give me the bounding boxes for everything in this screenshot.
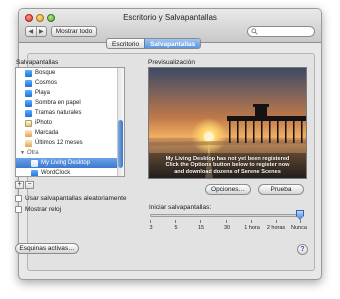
start-delay-slider[interactable] [150, 214, 302, 217]
checkbox-label: Mostrar reloj [25, 206, 62, 213]
forward-button[interactable]: ▶ [35, 27, 47, 36]
list-group-label: Otra [26, 150, 39, 156]
tab-bar: Escritorio Salvapantallas [106, 38, 202, 49]
search-field[interactable] [247, 26, 315, 37]
list-item[interactable]: Tramas naturales [16, 108, 124, 118]
list-item-label: Tramas naturales [35, 110, 82, 116]
list-item-label: Cosmos [35, 80, 58, 86]
list-item-label: Marcada [35, 130, 59, 136]
slider-tick [251, 220, 252, 223]
screensaver-list-title: Salvapantallas [16, 59, 59, 66]
scrollbar-thumb[interactable] [118, 120, 123, 168]
search-input[interactable] [260, 28, 312, 35]
screensaver-icon [25, 99, 32, 107]
slider-tick [175, 220, 176, 223]
list-item[interactable]: Bosque [16, 68, 124, 78]
slider-tick [300, 220, 301, 223]
list-item[interactable]: iPhoto [16, 118, 124, 128]
back-button[interactable]: ◀ [26, 27, 36, 36]
search-icon [251, 28, 258, 35]
slider-tick-label: 5 [174, 225, 178, 231]
slider-tick [150, 220, 151, 223]
test-button[interactable]: Prueba [258, 184, 304, 195]
list-item[interactable]: Marcada [16, 128, 124, 138]
checkbox-box[interactable] [15, 206, 22, 213]
screensaver-icon [25, 69, 32, 77]
registration-message: My Living Desktop has not yet been regis… [149, 156, 306, 175]
options-button[interactable]: Opciones… [205, 184, 251, 195]
show-all-button[interactable]: Mostrar todo [51, 26, 97, 37]
slider-tick-label: 1 hora [244, 225, 260, 231]
list-item-label: Playa [35, 90, 51, 96]
slider-tick [226, 220, 227, 223]
tab-desktop[interactable]: Escritorio [107, 39, 144, 48]
list-item-label: My Living Desktop [41, 160, 91, 166]
list-item-label: iPhoto [35, 120, 53, 126]
tab-screensaver[interactable]: Salvapantallas [144, 39, 201, 48]
folder-icon [25, 129, 32, 137]
folder-icon [25, 139, 32, 147]
screensaver-icon [25, 89, 32, 97]
slider-tick [200, 220, 201, 223]
slider-tick-label: 2 horas [266, 225, 286, 231]
random-screensaver-checkbox[interactable]: Usar salvapantallas aleatoriamente [15, 195, 127, 202]
list-item-label: Últimos 12 meses [35, 140, 83, 146]
message-line: and download dozens of Serene Scenes [174, 168, 281, 175]
list-item[interactable]: Cosmos [16, 78, 124, 88]
list-item[interactable]: WordClock [16, 168, 124, 176]
checkbox-box[interactable] [15, 195, 22, 202]
screensaver-icon [31, 169, 38, 176]
help-button[interactable]: ? [297, 244, 308, 255]
show-clock-checkbox[interactable]: Mostrar reloj [15, 206, 61, 213]
window-title: Escritorio y Salvapantallas [123, 13, 217, 22]
list-item[interactable]: Últimos 12 meses [16, 138, 124, 148]
list-item-label: WordClock [41, 170, 71, 176]
back-forward-buttons: ◀ ▶ [25, 26, 47, 37]
screensaver-icon [25, 79, 32, 87]
list-item-label: Bosque [35, 70, 56, 76]
list-scrollbar[interactable] [117, 68, 124, 176]
list-item[interactable]: Playa [16, 88, 124, 98]
preview-title: Previsualización [148, 59, 195, 66]
slider-tick [276, 220, 277, 223]
slider-ticks [150, 220, 304, 224]
hot-corners-button[interactable]: Esquinas activas… [15, 243, 79, 254]
list-item-selected[interactable]: My Living Desktop [16, 158, 124, 168]
slider-tick-label: 3 [149, 225, 153, 231]
add-screensaver-button[interactable]: + [15, 181, 24, 189]
screensaver-icon [31, 159, 38, 167]
start-screensaver-label: Iniciar salvapantallas: [149, 204, 212, 211]
screensaver-icon [25, 109, 32, 117]
photo-icon [25, 119, 32, 127]
screensaver-list: Bosque Cosmos Playa Sombra en papel Tram… [15, 67, 125, 177]
remove-screensaver-button[interactable]: − [25, 181, 34, 189]
slider-tick-label: 30 [223, 225, 231, 231]
list-group-other[interactable]: ▼ Otra [16, 148, 124, 158]
list-item[interactable]: Sombra en papel [16, 98, 124, 108]
disclosure-triangle-icon[interactable]: ▼ [20, 150, 25, 156]
preview-area: My Living Desktop has not yet been regis… [148, 67, 307, 179]
list-item-label: Sombra en papel [35, 100, 81, 106]
slider-tick-label: 15 [197, 225, 205, 231]
message-line: Click the Options button below to regist… [165, 162, 290, 169]
slider-tick-label: Nunca [291, 225, 307, 231]
checkbox-label: Usar salvapantallas aleatoriamente [25, 195, 127, 202]
